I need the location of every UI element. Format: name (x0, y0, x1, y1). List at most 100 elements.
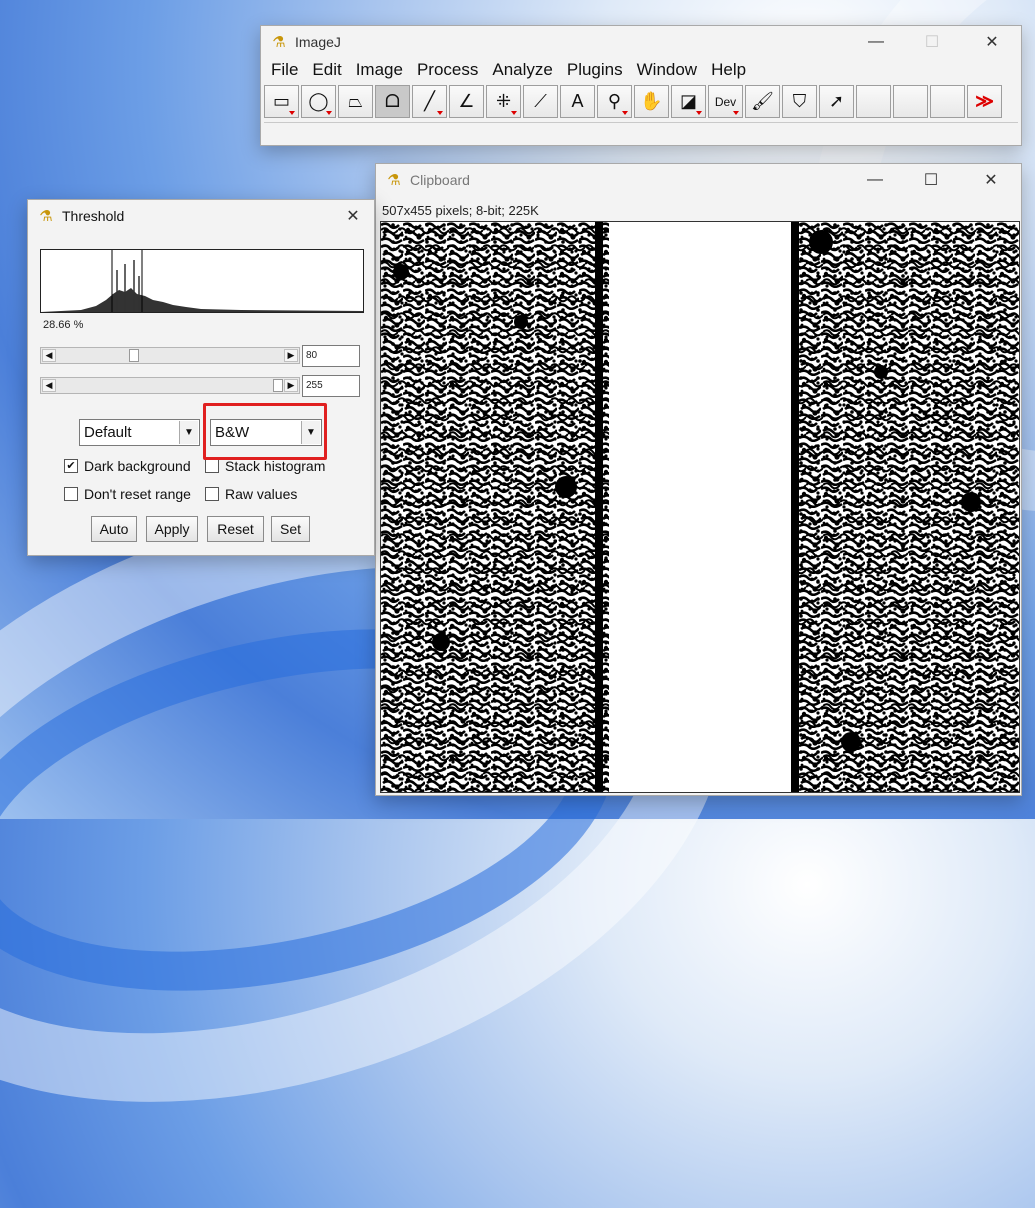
tool-button[interactable]: 🖌 (745, 85, 780, 118)
min-threshold-value[interactable]: 80 (302, 345, 360, 367)
max-threshold-value[interactable]: 255 (302, 375, 360, 397)
method-select[interactable]: Default ▼ (79, 419, 200, 446)
minimize-icon[interactable]: — (853, 26, 899, 58)
tool-button[interactable]: ✋ (634, 85, 669, 118)
set-button[interactable]: Set (271, 516, 310, 542)
maximize-icon: ☐ (924, 34, 940, 51)
close-icon[interactable]: ✕ (968, 164, 1014, 196)
color-picker-tool-icon: ◪ (679, 91, 697, 111)
auto-button[interactable]: Auto (91, 516, 137, 542)
apply-button[interactable]: Apply (146, 516, 198, 542)
slider-right-arrow-icon[interactable]: ▶ (284, 379, 298, 392)
image-info: 507x455 pixels; 8-bit; 225K (382, 203, 539, 218)
tool-button[interactable]: A (560, 85, 595, 118)
reset-button[interactable]: Reset (207, 516, 264, 542)
tool-button[interactable]: Dev (708, 85, 743, 118)
freehand-tool-icon: ᗝ (385, 91, 400, 111)
tool-button[interactable]: ➚ (819, 85, 854, 118)
rectangle-tool-icon: ▭ (272, 91, 290, 111)
angle-tool-icon: ∠ (458, 91, 475, 111)
tool-button[interactable] (856, 85, 891, 118)
menu-file[interactable]: File (264, 58, 305, 82)
histogram-plot (41, 250, 363, 312)
dark-background-checkbox[interactable]: ✔ Dark background (64, 458, 191, 474)
close-icon[interactable]: ✕ (969, 26, 1015, 58)
dropdown-indicator-icon (696, 111, 702, 115)
microscope-icon: ⚗ (272, 34, 286, 51)
stack-histogram-checkbox[interactable]: Stack histogram (205, 458, 325, 474)
imagej-titlebar[interactable]: ⚗ ImageJ — ☐ ✕ (261, 26, 1021, 58)
tool-button[interactable]: ∠ (449, 85, 484, 118)
status-bar (264, 122, 1018, 145)
checkmark-icon[interactable]: ✔ (64, 459, 78, 473)
threshold-dialog: ⚗ Threshold ✕ 28.66 % ◀ ▶ 80 ◀ ▶ 255 Def… (27, 199, 375, 556)
arrow-tool-icon: ➚ (828, 91, 845, 111)
slider-left-arrow-icon[interactable]: ◀ (42, 349, 56, 362)
slider-left-arrow-icon[interactable]: ◀ (42, 379, 56, 392)
dropdown-indicator-icon (622, 111, 628, 115)
imagej-window: ⚗ ImageJ — ☐ ✕ File Edit Image Process A… (260, 25, 1022, 146)
thresholded-image (381, 222, 1019, 792)
max-threshold-slider[interactable]: ◀ ▶ (40, 377, 300, 394)
maximize-icon[interactable]: ☐ (908, 164, 954, 196)
tool-button[interactable] (893, 85, 928, 118)
microscope-icon: ⚗ (387, 172, 401, 189)
tool-button[interactable]: ▭ (264, 85, 299, 118)
polygon-tool-icon: ⏢ (348, 91, 363, 111)
dropdown-indicator-icon (733, 111, 739, 115)
wand-tool-icon: ⟋ (534, 91, 547, 111)
tool-button[interactable]: ⚲ (597, 85, 632, 118)
slider-thumb[interactable] (273, 379, 283, 392)
menu-image[interactable]: Image (349, 58, 410, 82)
tool-button[interactable]: ◯ (301, 85, 336, 118)
window-title: ImageJ (295, 34, 341, 50)
chevron-down-icon[interactable]: ▼ (179, 421, 198, 444)
threshold-titlebar[interactable]: ⚗ Threshold ✕ (28, 200, 374, 232)
close-icon[interactable]: ✕ (330, 200, 376, 232)
minimize-icon[interactable]: — (852, 164, 898, 196)
flood-fill-tool-icon: ⛉ (792, 91, 807, 111)
tool-button[interactable]: ᗝ (375, 85, 410, 118)
line-tool-icon: ╱ (424, 91, 435, 111)
unchecked-box-icon[interactable] (64, 487, 78, 501)
raw-values-label: Raw values (225, 486, 298, 502)
tool-button[interactable] (930, 85, 965, 118)
tool-button[interactable]: ≫ (967, 85, 1002, 118)
magnifier-tool-icon: ⚲ (607, 91, 622, 111)
microscope-icon: ⚗ (39, 208, 53, 225)
menu-process[interactable]: Process (410, 58, 485, 82)
tool-button[interactable]: ⏢ (338, 85, 373, 118)
unchecked-box-icon[interactable] (205, 459, 219, 473)
window-title: Clipboard (410, 172, 470, 188)
tool-button[interactable]: ╱ (412, 85, 447, 118)
menu-plugins[interactable]: Plugins (560, 58, 630, 82)
dropdown-indicator-icon (326, 111, 332, 115)
dropdown-indicator-icon (289, 111, 295, 115)
dont-reset-range-checkbox[interactable]: Don't reset range (64, 486, 191, 502)
slider-thumb[interactable] (129, 349, 139, 362)
tool-button[interactable]: ◪ (671, 85, 706, 118)
point-tool-icon: ⁜ (495, 91, 512, 111)
more-tools-icon: ≫ (975, 91, 994, 111)
menu-bar: File Edit Image Process Analyze Plugins … (261, 58, 1021, 82)
menu-help[interactable]: Help (704, 58, 753, 82)
tool-button[interactable]: ⛉ (782, 85, 817, 118)
clipboard-titlebar[interactable]: ⚗ Clipboard — ☐ ✕ (376, 164, 1021, 196)
dropdown-indicator-icon (511, 111, 517, 115)
menu-analyze[interactable]: Analyze (485, 58, 559, 82)
min-threshold-slider[interactable]: ◀ ▶ (40, 347, 300, 364)
slider-right-arrow-icon[interactable]: ▶ (284, 349, 298, 362)
scroll-tool-icon: ✋ (640, 91, 663, 111)
stack-histogram-label: Stack histogram (225, 458, 326, 474)
tool-button[interactable]: ⟋ (523, 85, 558, 118)
histogram (40, 249, 364, 313)
dont-reset-range-label: Don't reset range (84, 486, 191, 502)
raw-values-checkbox[interactable]: Raw values (205, 486, 297, 502)
menu-window[interactable]: Window (630, 58, 704, 82)
unchecked-box-icon[interactable] (205, 487, 219, 501)
menu-edit[interactable]: Edit (305, 58, 348, 82)
threshold-percent: 28.66 % (43, 319, 84, 331)
image-canvas[interactable] (380, 221, 1020, 793)
highlight-box (203, 403, 327, 460)
tool-button[interactable]: ⁜ (486, 85, 521, 118)
